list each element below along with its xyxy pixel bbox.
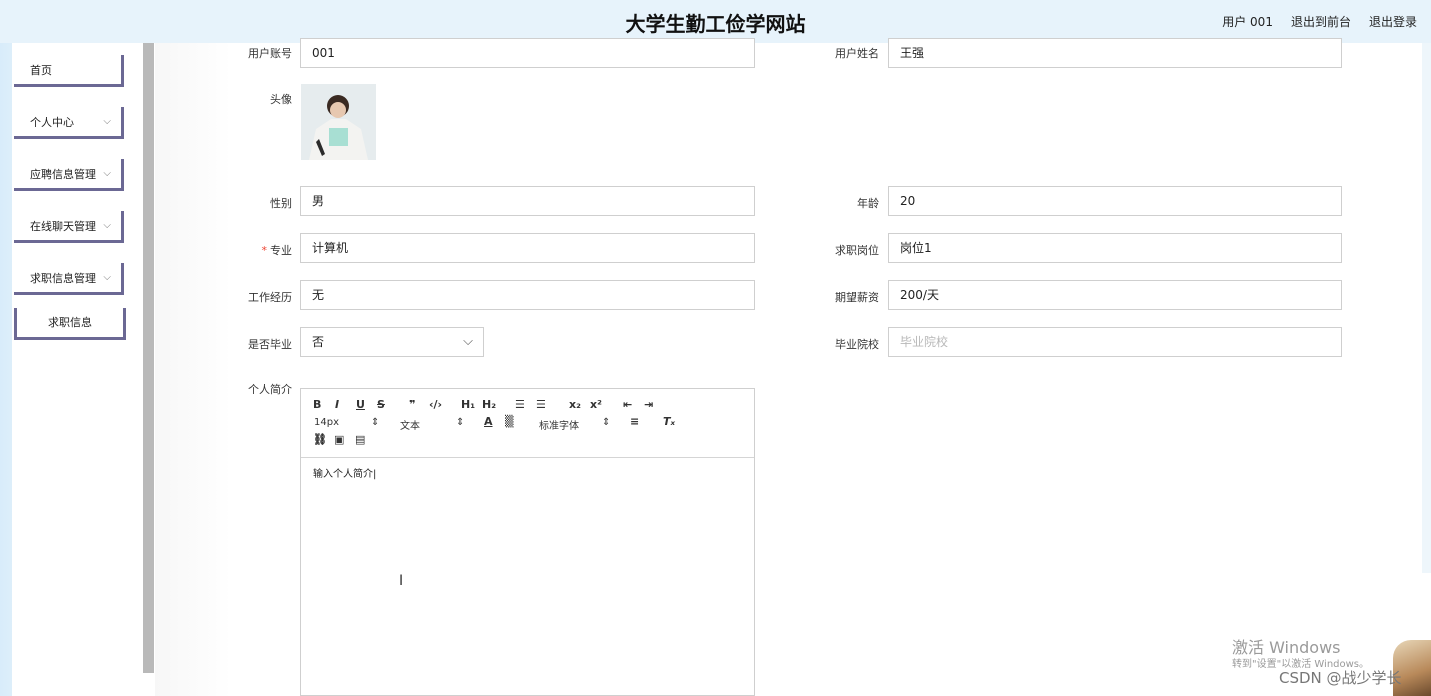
underline-icon[interactable]: U	[356, 398, 365, 411]
text-type-select[interactable]: 文本	[400, 417, 420, 432]
major-field[interactable]: 计算机	[300, 233, 755, 263]
clear-format-icon[interactable]: Tₓ	[663, 415, 675, 428]
graduated-select-value: 否	[312, 335, 325, 349]
sidebar: 首页 个人中心 ⌵ 应聘信息管理 ⌵ 在线聊天管理 ⌵ 求职信息管理 ⌵ 求职信…	[12, 43, 143, 696]
right-edge	[1422, 43, 1431, 573]
logout-link[interactable]: 退出登录	[1369, 13, 1417, 30]
chevron-down-icon: ⌵	[103, 116, 111, 127]
text-type-chevron-icon: ⇕	[456, 417, 465, 428]
salary-field[interactable]: 200/天	[888, 280, 1342, 310]
gender-field[interactable]: 男	[300, 186, 755, 216]
sidebar-item-job-seeking-management[interactable]: 求职信息管理 ⌵	[14, 263, 124, 295]
editor-content[interactable]: 输入个人简介|	[313, 465, 376, 480]
video-icon[interactable]: ▤	[355, 433, 365, 446]
bullet-list-icon[interactable]: ☰	[536, 398, 546, 411]
editor-toolbar: B I U S ❞ ‹/› H₁ H₂ ☰ ☰ x₂ x² ⇤ ⇥ 14px ⇕…	[301, 389, 754, 458]
chevron-down-icon: ⌵	[463, 334, 473, 349]
code-block-icon[interactable]: ‹/›	[429, 398, 442, 411]
sidebar-item-label: 在线聊天管理	[30, 219, 96, 233]
experience-label: 工作经历	[248, 291, 292, 304]
avatar[interactable]	[301, 84, 376, 160]
italic-icon[interactable]: I	[335, 398, 339, 411]
chevron-down-icon: ⌵	[103, 220, 111, 231]
bold-icon[interactable]: B	[313, 398, 321, 411]
site-title: 大学生勤工俭学网站	[625, 12, 806, 36]
superscript-icon[interactable]: x²	[590, 398, 602, 411]
sidebar-item-application-management[interactable]: 应聘信息管理 ⌵	[14, 159, 124, 191]
back-to-front-link[interactable]: 退出到前台	[1291, 13, 1351, 30]
font-size-select[interactable]: 14px	[314, 417, 339, 428]
position-field[interactable]: 岗位1	[888, 233, 1342, 263]
gender-label: 性别	[270, 197, 292, 210]
age-label: 年龄	[857, 197, 879, 210]
intro-label: 个人简介	[248, 383, 292, 396]
sidebar-scrollbar[interactable]	[143, 43, 154, 673]
sidebar-item-label: 求职信息管理	[30, 271, 96, 285]
sidebar-subitem-job-seeking-info[interactable]: 求职信息	[14, 308, 126, 340]
name-field[interactable]: 王强	[888, 38, 1342, 68]
position-label: 求职岗位	[835, 244, 879, 257]
csdn-watermark: CSDN @战少学长	[1279, 669, 1402, 687]
age-field[interactable]: 20	[888, 186, 1342, 216]
text-cursor-icon: I	[399, 573, 404, 589]
graduated-select[interactable]: 否 ⌵	[300, 327, 484, 357]
experience-field[interactable]: 无	[300, 280, 755, 310]
rich-text-editor[interactable]: B I U S ❞ ‹/› H₁ H₂ ☰ ☰ x₂ x² ⇤ ⇥ 14px ⇕…	[300, 388, 755, 696]
school-label: 毕业院校	[835, 338, 879, 351]
name-label: 用户姓名	[835, 47, 879, 60]
account-field[interactable]: 001	[300, 38, 755, 68]
subscript-icon[interactable]: x₂	[569, 398, 581, 411]
heading1-icon[interactable]: H₁	[461, 398, 475, 411]
salary-label: 期望薪资	[835, 291, 879, 304]
school-field[interactable]: 毕业院校	[888, 327, 1342, 357]
image-icon[interactable]: ▣	[334, 433, 344, 446]
current-user: 用户 001	[1222, 15, 1273, 29]
sidebar-item-label: 个人中心	[30, 115, 74, 129]
heading2-icon[interactable]: H₂	[482, 398, 496, 411]
major-label: * 专业	[261, 244, 293, 257]
top-links: 用户 001 退出到前台 退出登录	[1222, 13, 1417, 30]
strikethrough-icon[interactable]: S	[377, 398, 385, 411]
chevron-down-icon: ⌵	[103, 168, 111, 179]
top-bar: 大学生勤工俭学网站 用户 001 退出到前台 退出登录	[0, 0, 1431, 43]
account-label: 用户账号	[248, 47, 292, 60]
font-color-icon[interactable]: A	[484, 415, 493, 428]
outdent-icon[interactable]: ⇤	[623, 398, 632, 411]
avatar-label: 头像	[270, 93, 292, 106]
sidebar-item-chat-management[interactable]: 在线聊天管理 ⌵	[14, 211, 124, 243]
align-icon[interactable]: ≡	[630, 415, 639, 428]
sidebar-item-personal-center[interactable]: 个人中心 ⌵	[14, 107, 124, 139]
sidebar-item-home[interactable]: 首页	[14, 55, 124, 87]
chevron-down-icon: ⌵	[103, 272, 111, 283]
required-marker: *	[261, 244, 268, 257]
sidebar-item-label: 应聘信息管理	[30, 167, 96, 181]
indent-icon[interactable]: ⇥	[644, 398, 653, 411]
sidebar-item-label: 首页	[30, 63, 52, 77]
ordered-list-icon[interactable]: ☰	[515, 398, 525, 411]
font-family-chevron-icon: ⇕	[602, 417, 611, 428]
blockquote-icon[interactable]: ❞	[409, 398, 415, 411]
font-size-chevron-icon: ⇕	[371, 417, 380, 428]
font-family-select[interactable]: 标准字体	[539, 417, 579, 432]
link-icon[interactable]: ⛓	[313, 433, 327, 446]
background-color-icon[interactable]: ▒	[505, 415, 513, 428]
graduated-label: 是否毕业	[248, 338, 292, 351]
avatar-image	[301, 84, 376, 160]
